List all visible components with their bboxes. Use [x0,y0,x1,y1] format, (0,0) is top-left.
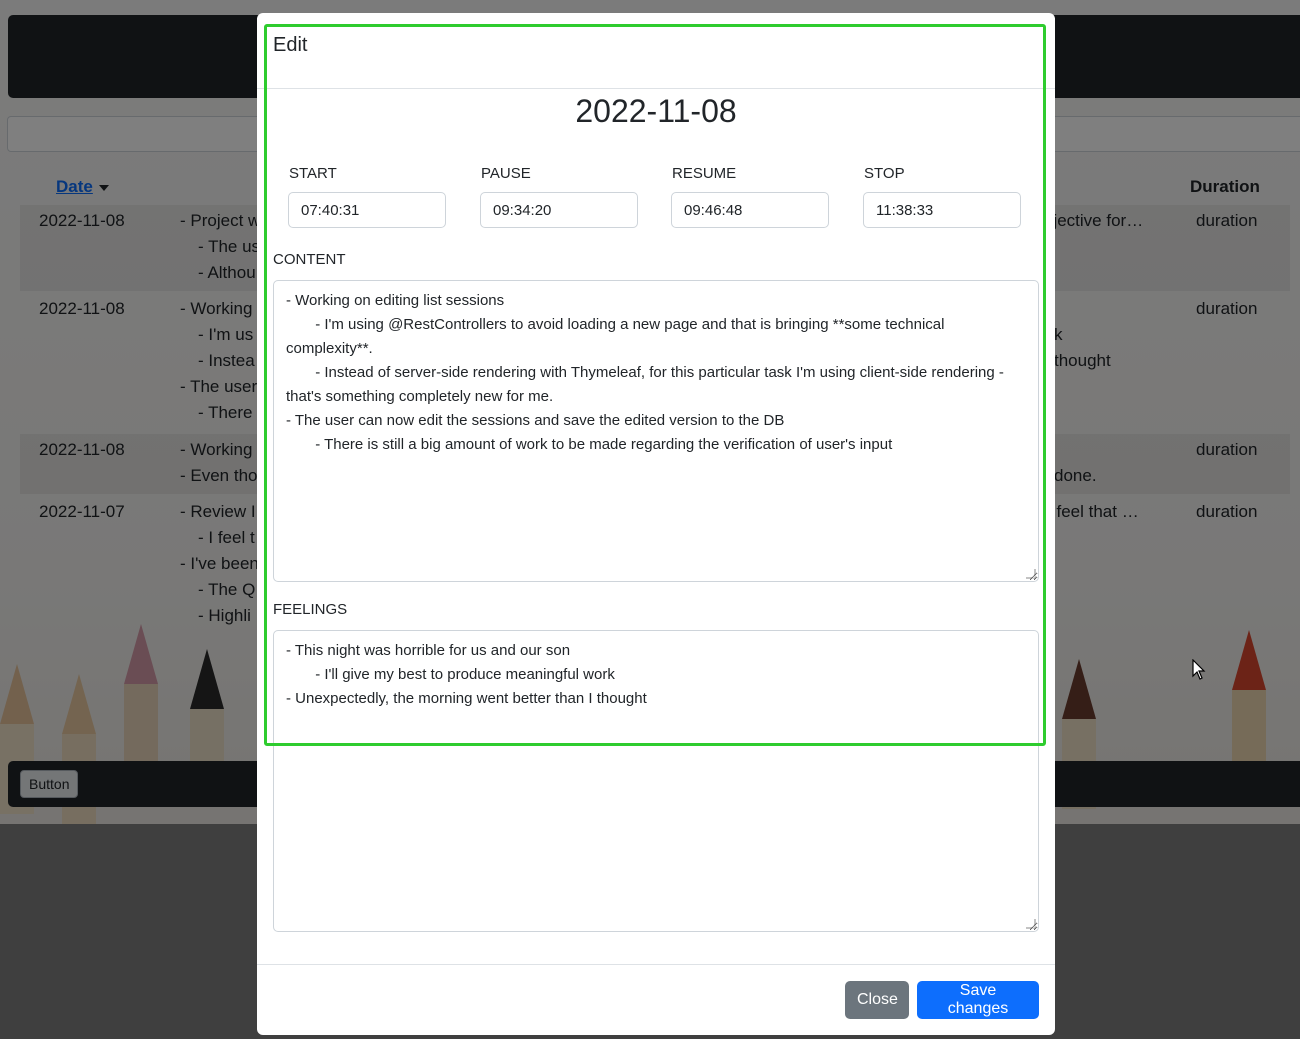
stop-time-group: STOP [863,165,1023,228]
pause-label: PAUSE [481,165,531,182]
stop-time-input[interactable] [863,192,1021,228]
start-label: START [289,165,337,182]
feelings-line: - This night was horrible for us and our… [286,642,571,659]
pause-time-input[interactable] [480,192,638,228]
modal-title: Edit [273,34,308,56]
modal-footer-divider [257,964,1055,965]
resume-time-group: RESUME [671,165,831,228]
feelings-textarea[interactable]: - This night was horrible for us and our… [273,630,1039,932]
stop-label: STOP [864,165,905,182]
close-button[interactable]: Close [845,981,909,1019]
start-time-group: START [288,165,448,228]
content-line: - Instead of server-side rendering with … [286,364,1009,405]
resize-handle-icon[interactable] [1026,569,1036,579]
content-textarea[interactable]: - Working on editing list sessions - I'm… [273,280,1039,582]
content-line: - The user can now edit the sessions and… [286,412,785,429]
edit-modal: Edit 2022-11-08 START PAUSE RESUME STOP … [257,13,1055,1035]
feelings-line: - I'll give my best to produce meaningfu… [286,666,615,683]
feelings-line: - Unexpectedly, the morning went better … [286,690,647,707]
resize-handle-icon[interactable] [1026,919,1036,929]
content-line: - There is still a big amount of work to… [286,436,893,453]
feelings-label: FEELINGS [273,601,348,618]
pause-time-group: PAUSE [480,165,640,228]
save-changes-button[interactable]: Save changes [917,981,1039,1019]
resume-time-input[interactable] [671,192,829,228]
session-date-heading: 2022-11-08 [575,93,737,129]
content-line: - I'm using @RestControllers to avoid lo… [286,316,949,357]
start-time-input[interactable] [288,192,446,228]
resume-label: RESUME [672,165,737,182]
modal-header-divider [257,88,1055,89]
content-line: - Working on editing list sessions [286,292,505,309]
content-label: CONTENT [273,251,346,268]
